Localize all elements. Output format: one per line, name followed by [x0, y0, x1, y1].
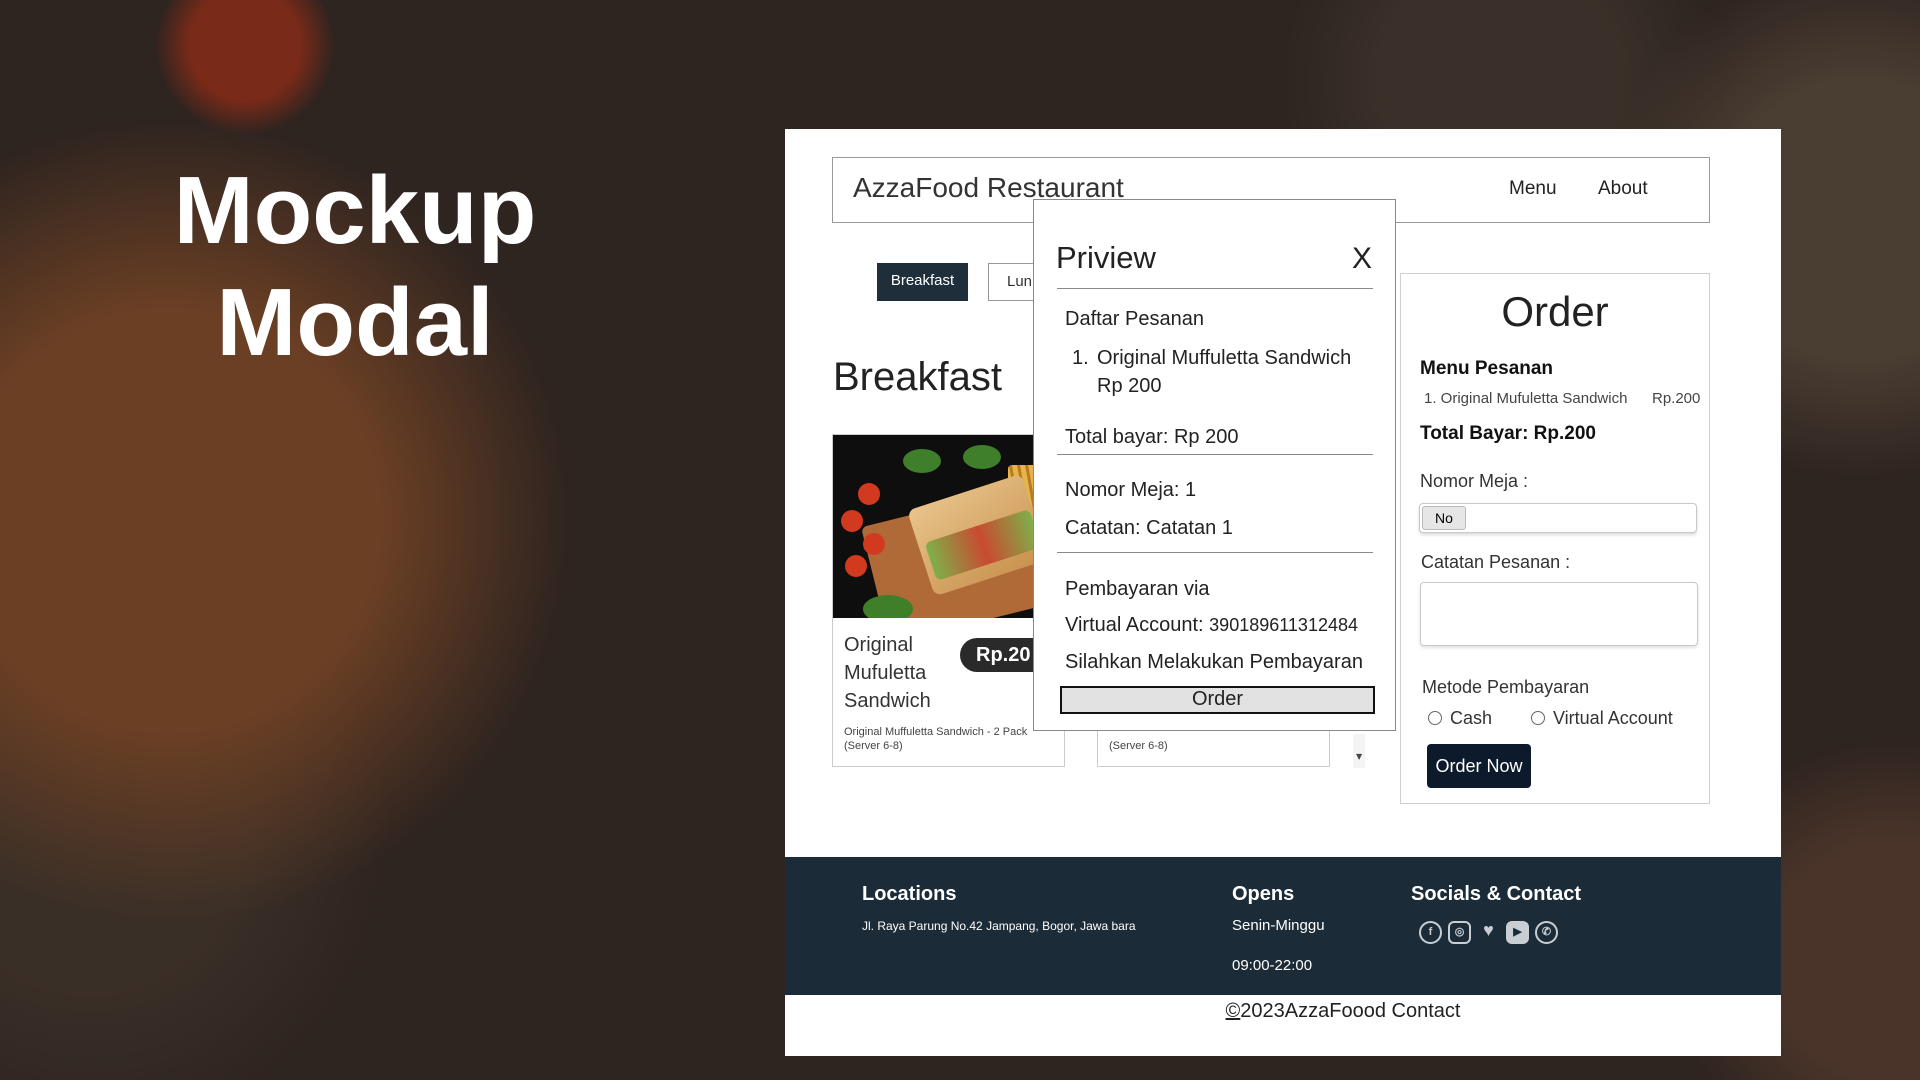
order-item-label: 1. Original Mufuletta Sandwich	[1424, 390, 1628, 407]
nav-link-about[interactable]: About	[1598, 178, 1648, 200]
divider	[1057, 288, 1373, 289]
radio-virtual-account[interactable]: Virtual Account	[1531, 708, 1673, 729]
notes-textarea[interactable]	[1420, 582, 1698, 646]
modal-total: Total bayar: Rp 200	[1065, 426, 1239, 448]
locations-heading: Locations	[862, 883, 957, 905]
card-description: (Server 6-8)	[1109, 740, 1168, 752]
table-number-label: Nomor Meja :	[1420, 471, 1529, 491]
slide-title-line-2: Modal	[216, 269, 494, 376]
menu-pesanan-heading: Menu Pesanan	[1420, 358, 1554, 379]
modal-order-button[interactable]: Order	[1060, 686, 1375, 714]
copyright: ©2023AzzaFoood Contact	[785, 1000, 1781, 1023]
facebook-icon[interactable]: f	[1419, 921, 1442, 944]
copyright-symbol: ©	[1225, 1000, 1241, 1022]
instagram-icon[interactable]: ◎	[1448, 921, 1471, 944]
virtual-account-line: Virtual Account: 390189611312484	[1065, 611, 1358, 639]
order-list-heading: Daftar Pesanan	[1065, 308, 1204, 330]
payment-method-label: Metode Pembayaran	[1422, 677, 1590, 697]
sandwich-image	[833, 435, 1064, 618]
radio-cash[interactable]: Cash	[1428, 708, 1492, 729]
whatsapp-icon[interactable]: ✆	[1535, 921, 1558, 944]
open-hours: 09:00-22:00	[1232, 957, 1313, 974]
section-title: Breakfast	[833, 355, 1002, 399]
slide-title: Mockup Modal	[0, 155, 710, 379]
tab-breakfast[interactable]: Breakfast	[877, 263, 968, 301]
divider	[1057, 454, 1373, 455]
notes-label: Catatan Pesanan :	[1421, 552, 1571, 572]
preview-modal: Priview X Daftar Pesanan 1. Original Muf…	[1033, 199, 1396, 731]
copyright-text[interactable]: 2023AzzaFoood Contact	[1240, 1000, 1460, 1022]
opens-heading: Opens	[1232, 883, 1295, 905]
payment-instruction: Silahkan Melakukan Pembayaran	[1065, 651, 1363, 673]
card-name: Original Mufuletta Sandwich	[844, 634, 931, 712]
item-number: 1.	[1072, 347, 1089, 369]
website-mockup: AzzaFood Restaurant Menu About Breakfast…	[785, 129, 1781, 1056]
youtube-icon[interactable]: ▶	[1506, 921, 1529, 944]
footer: Locations Jl. Raya Parung No.42 Jampang,…	[785, 857, 1781, 995]
menu-card[interactable]: Original Mufuletta Sandwich Rp.20 Origin…	[832, 434, 1065, 767]
va-number: 390189611312484	[1209, 615, 1358, 635]
radio-icon	[1428, 711, 1442, 725]
modal-notes: Catatan: Catatan 1	[1065, 517, 1233, 539]
scroll-down-icon: ▼	[1356, 752, 1363, 761]
radio-icon	[1531, 711, 1545, 725]
table-number-select[interactable]: No	[1419, 503, 1697, 533]
divider	[1057, 552, 1373, 553]
order-item-price: Rp.200	[1652, 390, 1701, 407]
total-bayar: Total Bayar: Rp.200	[1420, 423, 1596, 444]
radio-va-label: Virtual Account	[1553, 708, 1673, 728]
item-price: Rp 200	[1097, 375, 1162, 397]
open-days: Senin-Minggu	[1232, 917, 1325, 934]
payment-heading: Pembayaran via	[1065, 578, 1210, 600]
scrollbar[interactable]: ▼	[1353, 734, 1365, 768]
order-panel: Order Menu Pesanan 1. Original Mufuletta…	[1400, 273, 1710, 804]
radio-cash-label: Cash	[1450, 708, 1493, 728]
item-name: Original Muffuletta Sandwich	[1097, 347, 1352, 369]
order-now-button[interactable]: Order Now	[1427, 744, 1531, 788]
address: Jl. Raya Parung No.42 Jampang, Bogor, Ja…	[862, 919, 1136, 933]
twitter-icon[interactable]: ♥	[1477, 921, 1500, 944]
socials-heading: Socials & Contact	[1411, 883, 1582, 905]
card-description: Original Muffuletta Sandwich - 2 Pack (S…	[844, 726, 1028, 752]
nav-link-menu[interactable]: Menu	[1509, 178, 1557, 200]
order-item: 1. Original Mufuletta Sandwich Rp.200	[1424, 390, 1714, 407]
order-title: Order	[1501, 288, 1609, 335]
social-icons: f ◎ ♥ ▶ ✆	[1419, 921, 1558, 944]
va-label: Virtual Account:	[1065, 614, 1204, 636]
table-number-value[interactable]: No	[1422, 506, 1466, 530]
slide-title-line-1: Mockup	[173, 157, 537, 264]
close-button[interactable]: X	[1352, 242, 1372, 276]
modal-title: Priview	[1056, 240, 1156, 275]
modal-table-number: Nomor Meja: 1	[1065, 479, 1197, 501]
